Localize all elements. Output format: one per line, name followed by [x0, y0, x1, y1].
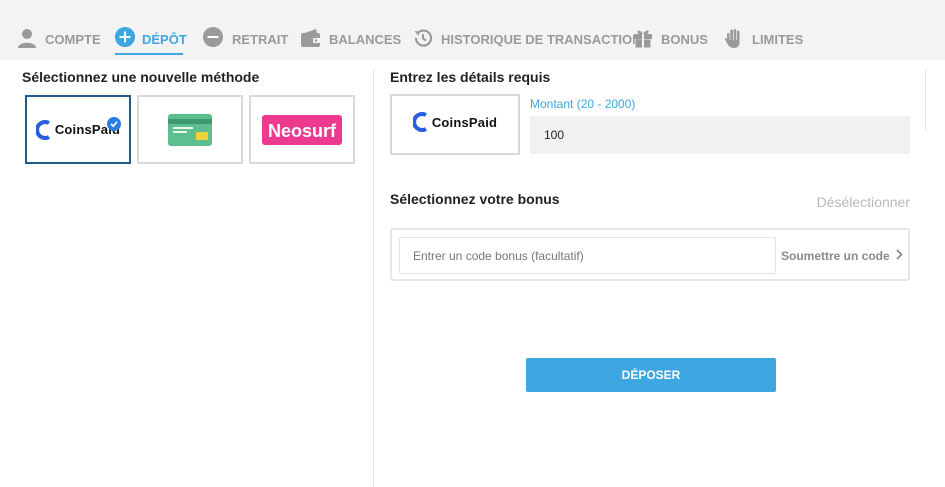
- tab-bonus[interactable]: BONUS: [632, 23, 708, 55]
- tab-label: COMPTE: [45, 32, 101, 47]
- tab-retrait[interactable]: RETRAIT: [203, 23, 288, 55]
- bonus-code-input[interactable]: [399, 237, 776, 274]
- tab-label: BALANCES: [329, 32, 402, 47]
- deselect-bonus-link[interactable]: Désélectionner: [817, 194, 910, 210]
- coinspaid-logo-text: CoinsPaid: [431, 114, 498, 130]
- neosurf-logo-text: Neosurf: [268, 121, 337, 141]
- right-edge-divider: [925, 70, 926, 130]
- amount-input[interactable]: [530, 116, 910, 154]
- tab-label: HISTORIQUE DE TRANSACTION: [441, 32, 642, 47]
- coinspaid-logo: CoinsPaid: [412, 112, 498, 132]
- chevron-right-icon: [896, 249, 903, 263]
- tab-label: RETRAIT: [232, 32, 289, 47]
- plus-circle-icon: [115, 27, 135, 49]
- user-icon: [16, 27, 38, 49]
- deposit-button[interactable]: DÉPOSER: [526, 358, 776, 392]
- credit-card-icon: [168, 113, 212, 146]
- tab-compte[interactable]: COMPTE: [16, 23, 101, 55]
- wallet-icon: [300, 27, 322, 49]
- submit-code-button[interactable]: Soumettre un code: [781, 249, 903, 263]
- bonus-title: Sélectionnez votre bonus: [390, 191, 560, 207]
- history-icon: [412, 27, 434, 49]
- method-coinspaid[interactable]: CoinsPaid: [25, 95, 131, 164]
- gift-icon: [632, 27, 654, 49]
- tab-historique[interactable]: HISTORIQUE DE TRANSACTION: [412, 23, 642, 55]
- active-tab-underline: [115, 53, 183, 55]
- column-divider: [373, 70, 374, 487]
- selected-check-icon: [107, 117, 121, 131]
- neosurf-logo: Neosurf: [262, 114, 342, 145]
- tab-label: DÉPÔT: [142, 32, 187, 47]
- tab-label: LIMITES: [752, 32, 804, 47]
- tab-limites[interactable]: LIMITES: [723, 23, 803, 55]
- tab-depot[interactable]: DÉPÔT: [115, 23, 187, 55]
- tab-label: BONUS: [661, 32, 708, 47]
- minus-circle-icon: [203, 27, 225, 49]
- amount-label: Montant (20 - 2000): [530, 97, 636, 111]
- account-nav-tabs: COMPTE DÉPÔT RETRAIT BALANCES HISTORIQUE…: [0, 0, 945, 60]
- method-neosurf[interactable]: Neosurf: [249, 95, 355, 164]
- bonus-code-box: Soumettre un code: [390, 228, 910, 281]
- method-card[interactable]: [137, 95, 243, 164]
- submit-code-label: Soumettre un code: [781, 249, 890, 263]
- hand-icon: [723, 27, 745, 49]
- details-title: Entrez les détails requis: [390, 69, 551, 85]
- selected-method-logo: CoinsPaid: [392, 104, 518, 140]
- select-method-title: Sélectionnez une nouvelle méthode: [22, 69, 260, 85]
- tab-balances[interactable]: BALANCES: [300, 23, 401, 55]
